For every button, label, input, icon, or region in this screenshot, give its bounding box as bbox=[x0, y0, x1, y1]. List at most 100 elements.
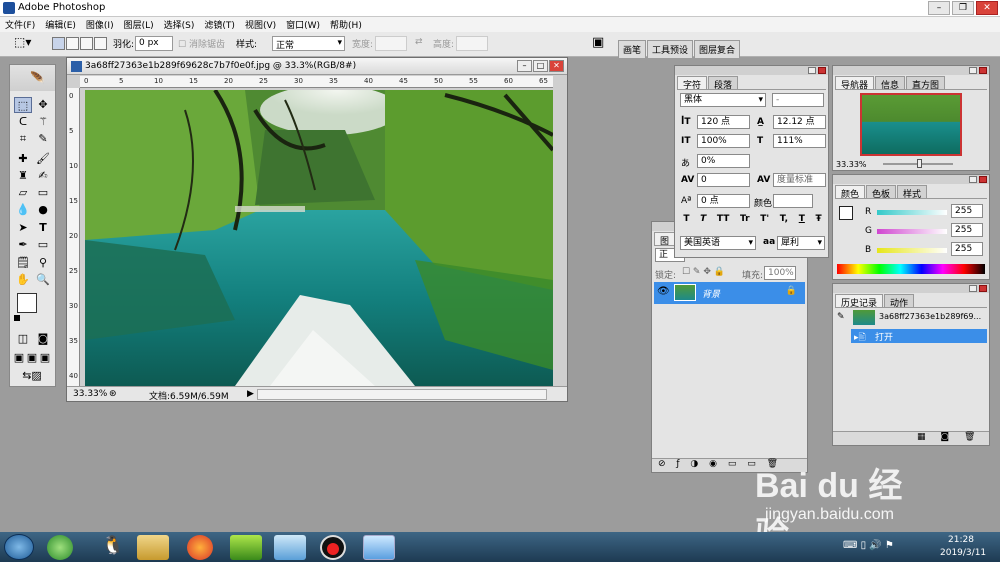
tsume-input[interactable]: 0% bbox=[697, 154, 750, 168]
superscript-button[interactable]: T' bbox=[760, 214, 769, 230]
horizontal-scrollbar[interactable] bbox=[257, 389, 547, 400]
quickmask-mode-icon[interactable]: ◙ bbox=[34, 331, 52, 347]
antialias-checkbox[interactable]: ☐ 消除锯齿 bbox=[178, 37, 225, 50]
photoshop-taskbar-icon[interactable] bbox=[363, 535, 395, 560]
menu-layer[interactable]: 图层(L) bbox=[119, 18, 159, 31]
menu-view[interactable]: 视图(V) bbox=[240, 18, 281, 31]
tab-styles[interactable]: 样式 bbox=[897, 185, 928, 200]
marquee-tool-preset-icon[interactable]: ⬚▾ bbox=[14, 35, 31, 49]
tab-navigator[interactable]: 导航器 bbox=[835, 76, 875, 91]
pen-tool-icon[interactable]: ✒ bbox=[14, 237, 32, 253]
tab-info[interactable]: 信息 bbox=[875, 76, 906, 91]
fill-input[interactable]: 100% bbox=[764, 266, 796, 280]
tab-swatches[interactable]: 色板 bbox=[866, 185, 897, 200]
panel-minimize-button[interactable] bbox=[808, 67, 816, 74]
magic-wand-tool-icon[interactable]: ⚚ bbox=[34, 114, 52, 130]
screen-mode-menu-icon[interactable]: ▣ bbox=[25, 350, 39, 366]
clone-stamp-icon[interactable]: ♜ bbox=[14, 168, 32, 184]
lasso-tool-icon[interactable]: ᑕ bbox=[14, 114, 32, 130]
green-slider[interactable] bbox=[877, 229, 947, 234]
foreground-color-swatch[interactable] bbox=[17, 293, 37, 313]
brush-tool-icon[interactable]: 🖌 bbox=[34, 151, 52, 167]
small-caps-button[interactable]: Tr bbox=[740, 214, 750, 230]
screen-mode-standard-icon[interactable]: ▣ bbox=[12, 350, 26, 366]
panel-minimize-button[interactable] bbox=[969, 285, 977, 292]
tab-history[interactable]: 历史记录 bbox=[835, 294, 884, 309]
status-arrow-icon[interactable]: ▶ bbox=[247, 389, 254, 399]
tab-tool-presets[interactable]: 工具预设 bbox=[647, 40, 694, 58]
app-360-icon[interactable] bbox=[47, 535, 73, 560]
default-colors-icon[interactable] bbox=[14, 315, 20, 321]
leading-input[interactable]: 12.12 点 bbox=[773, 115, 826, 129]
subtract-selection-icon[interactable] bbox=[80, 37, 93, 50]
baseline-shift-input[interactable]: 0 点 bbox=[697, 194, 750, 208]
underline-button[interactable]: T bbox=[799, 214, 805, 230]
panel-minimize-button[interactable] bbox=[969, 67, 977, 74]
color-foreground-swatch[interactable] bbox=[839, 206, 853, 220]
type-tool-icon[interactable]: T bbox=[34, 220, 52, 236]
add-selection-icon[interactable] bbox=[66, 37, 79, 50]
menu-edit[interactable]: 编辑(E) bbox=[40, 18, 81, 31]
panel-close-button[interactable] bbox=[979, 285, 987, 292]
subscript-button[interactable]: T, bbox=[780, 214, 788, 230]
menu-file[interactable]: 文件(F) bbox=[0, 18, 40, 31]
document-title-bar[interactable]: 3a68ff27363e1b289f69628c7b7f0e0f.jpg @ 3… bbox=[67, 58, 567, 75]
jump-to-imageready-icon[interactable]: ⇆▨ bbox=[14, 368, 50, 384]
slice-tool-icon[interactable]: ✎ bbox=[34, 131, 52, 147]
file-explorer-icon[interactable] bbox=[137, 535, 169, 560]
navigator-preview[interactable] bbox=[860, 93, 962, 156]
rect-marquee-tool-icon[interactable]: ⬚ bbox=[14, 97, 32, 113]
clock-time[interactable]: 21:28 bbox=[948, 535, 974, 545]
new-selection-icon[interactable] bbox=[52, 37, 65, 50]
menu-window[interactable]: 窗口(W) bbox=[281, 18, 325, 31]
tab-histogram[interactable]: 直方图 bbox=[906, 76, 946, 91]
menu-image[interactable]: 图像(I) bbox=[81, 18, 119, 31]
kerning-select[interactable]: 度量标准 bbox=[773, 173, 826, 187]
history-item-open[interactable]: ▸🖹 打开 bbox=[851, 329, 987, 343]
notes-tool-icon[interactable]: 🗒 bbox=[14, 255, 32, 271]
eyedropper-tool-icon[interactable]: ⚲ bbox=[34, 255, 52, 271]
maximize-button[interactable]: ❐ bbox=[952, 1, 974, 15]
history-toolbar[interactable]: ▦ ◙ 🗑 bbox=[833, 431, 989, 445]
feather-input[interactable]: 0 px bbox=[135, 36, 173, 51]
status-menu-icon[interactable]: ⊛ bbox=[109, 389, 117, 399]
tracking-input[interactable]: 0 bbox=[697, 173, 750, 187]
faux-italic-button[interactable]: T bbox=[700, 214, 706, 230]
tab-brushes[interactable]: 画笔 bbox=[618, 40, 647, 58]
history-brush-source-icon[interactable]: ✎ bbox=[837, 312, 845, 322]
horizontal-scale-input[interactable]: 111% bbox=[773, 134, 826, 148]
height-input[interactable] bbox=[456, 36, 488, 51]
qq-icon[interactable]: 🐧 bbox=[97, 535, 129, 560]
faux-bold-button[interactable]: T bbox=[683, 214, 689, 230]
move-tool-icon[interactable]: ✥ bbox=[34, 97, 52, 113]
swap-icon[interactable]: ⇄ bbox=[415, 37, 423, 47]
firefox-icon[interactable] bbox=[187, 535, 213, 560]
menu-select[interactable]: 选择(S) bbox=[159, 18, 200, 31]
font-size-input[interactable]: 120 点 bbox=[697, 115, 750, 129]
lock-icons[interactable]: ☐ ✎ ✥ 🔒 bbox=[682, 267, 725, 277]
palette-well-icon[interactable]: ▣ bbox=[592, 35, 604, 50]
layer-row-background[interactable]: 👁 背景 🔒 bbox=[654, 282, 805, 304]
vertical-scale-input[interactable]: 100% bbox=[697, 134, 750, 148]
media-app-icon[interactable] bbox=[230, 535, 262, 560]
all-caps-button[interactable]: TT bbox=[717, 214, 730, 230]
start-button[interactable] bbox=[4, 534, 34, 560]
panel-close-button[interactable] bbox=[979, 176, 987, 183]
hand-tool-icon[interactable]: ✋ bbox=[14, 272, 32, 288]
red-value-input[interactable]: 255 bbox=[951, 204, 983, 218]
tab-paragraph[interactable]: 段落 bbox=[708, 76, 739, 91]
minimize-button[interactable]: – bbox=[928, 1, 950, 15]
tab-actions[interactable]: 动作 bbox=[884, 294, 915, 309]
standard-mode-icon[interactable]: ◫ bbox=[14, 331, 32, 347]
font-style-select[interactable]: - bbox=[772, 93, 824, 107]
menu-filter[interactable]: 滤镜(T) bbox=[199, 18, 240, 31]
green-value-input[interactable]: 255 bbox=[951, 223, 983, 237]
zoom-slider-thumb[interactable] bbox=[917, 159, 922, 168]
text-color-swatch[interactable] bbox=[773, 194, 813, 208]
strikethrough-button[interactable]: Ŧ bbox=[816, 214, 822, 230]
zoom-tool-icon[interactable]: 🔍 bbox=[34, 272, 52, 288]
red-slider[interactable] bbox=[877, 210, 947, 215]
panel-close-button[interactable] bbox=[979, 67, 987, 74]
eye-icon[interactable]: 👁 bbox=[657, 286, 670, 297]
gradient-tool-icon[interactable]: ▭ bbox=[34, 185, 52, 201]
